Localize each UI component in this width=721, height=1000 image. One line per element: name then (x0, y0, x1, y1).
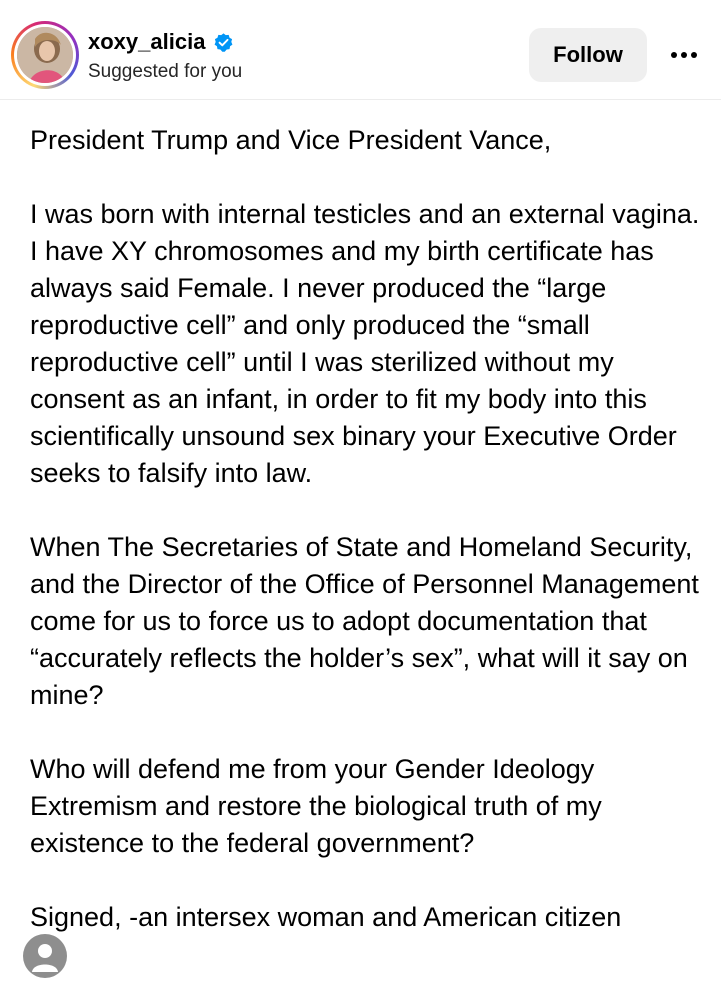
username[interactable]: xoxy_alicia (88, 29, 205, 55)
caption-paragraph-defense: Who will defend me from your Gender Ideo… (30, 754, 602, 858)
caption-paragraph-signature: Signed, -an intersex woman and American … (30, 902, 622, 932)
more-horizontal-icon (671, 52, 697, 58)
story-ring[interactable] (11, 21, 79, 89)
more-options-button[interactable] (664, 38, 704, 72)
caption-paragraph-body: I was born with internal testicles and a… (30, 199, 700, 488)
post-header: xoxy_alicia Suggested for you Follow (0, 0, 721, 100)
verified-badge-icon (213, 32, 234, 53)
avatar[interactable] (17, 27, 73, 83)
username-row: xoxy_alicia (88, 29, 234, 55)
follow-button[interactable]: Follow (529, 28, 647, 82)
avatar-border (14, 24, 76, 86)
account-avatar-button[interactable] (23, 934, 67, 978)
avatar-photo (17, 27, 73, 83)
suggested-label: Suggested for you (88, 61, 243, 82)
person-icon (32, 944, 58, 972)
caption-paragraph-salutation: President Trump and Vice President Vance… (30, 125, 552, 155)
caption-paragraph-question: When The Secretaries of State and Homela… (30, 532, 699, 710)
post-caption: President Trump and Vice President Vance… (30, 122, 710, 936)
